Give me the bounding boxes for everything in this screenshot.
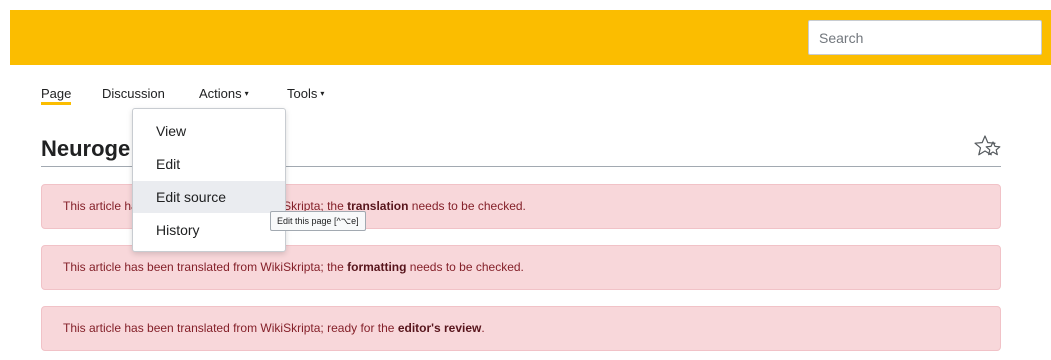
page-title: Neuroge <box>41 136 131 161</box>
menu-item-view[interactable]: View <box>133 115 285 147</box>
tab-actions[interactable]: Actions ▾ <box>199 86 249 101</box>
tab-discussion-label: Discussion <box>102 86 165 101</box>
watch-star-icon[interactable] <box>972 134 1002 160</box>
tab-tools[interactable]: Tools ▾ <box>287 86 324 101</box>
notice-emphasis: editor's review <box>397 321 482 335</box>
notice-text-end: . <box>481 321 485 335</box>
menu-item-history[interactable]: History <box>133 214 285 246</box>
edit-tooltip: Edit this page [^⌥e] <box>270 211 366 231</box>
menu-item-edit-source[interactable]: Edit source <box>133 181 285 213</box>
chevron-down-icon: ▾ <box>244 89 249 98</box>
tab-page-label: Page <box>41 86 72 101</box>
tab-tools-label: Tools <box>287 86 318 101</box>
notice-text-end: needs to be checked. <box>406 260 524 274</box>
notice-text-end: needs to be checked. <box>408 199 526 213</box>
notice-text: This article has been translated from Wi… <box>63 321 398 335</box>
chevron-down-icon: ▾ <box>320 89 325 98</box>
review-notice: This article has been translated from Wi… <box>41 306 1001 351</box>
notice-emphasis: formatting <box>347 260 407 274</box>
tab-actions-label: Actions <box>199 86 242 101</box>
tab-page[interactable]: Page <box>41 86 72 105</box>
notice-text: This article has been translated from Wi… <box>63 260 348 274</box>
tab-discussion[interactable]: Discussion <box>102 86 165 101</box>
actions-dropdown-menu: View Edit Edit source History <box>132 108 286 252</box>
menu-item-edit[interactable]: Edit <box>133 148 285 180</box>
search-input[interactable] <box>808 20 1042 55</box>
